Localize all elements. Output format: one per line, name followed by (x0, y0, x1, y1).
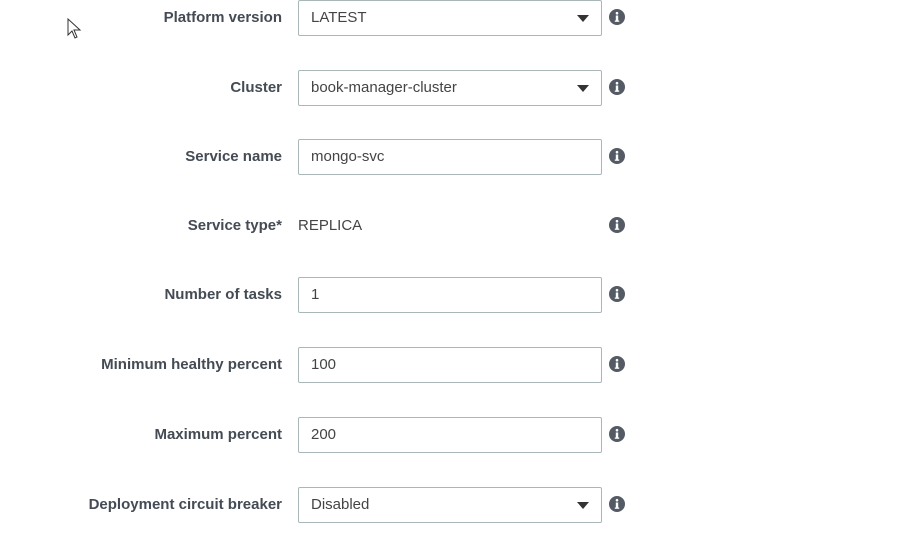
service-name-input[interactable]: mongo-svc (298, 139, 602, 175)
platform-version-label: Platform version (163, 9, 282, 26)
service-type-row: Service type* REPLICA (0, 208, 901, 244)
cluster-label: Cluster (230, 79, 282, 96)
minimum-healthy-percent-label: Minimum healthy percent (101, 356, 282, 373)
info-icon[interactable] (609, 426, 625, 442)
cluster-row: Cluster book-manager-cluster (0, 70, 901, 106)
number-of-tasks-label: Number of tasks (164, 286, 282, 303)
chevron-down-icon (577, 15, 589, 22)
chevron-down-icon (577, 502, 589, 509)
service-type-value: REPLICA (298, 217, 363, 234)
maximum-percent-row: Maximum percent 200 (0, 417, 901, 453)
service-name-value: mongo-svc (311, 148, 385, 165)
platform-version-value: LATEST (311, 9, 367, 26)
minimum-healthy-percent-input[interactable]: 100 (298, 347, 602, 383)
info-icon[interactable] (609, 356, 625, 372)
maximum-percent-label: Maximum percent (154, 426, 282, 443)
service-name-label: Service name (185, 148, 282, 165)
number-of-tasks-row: Number of tasks 1 (0, 277, 901, 313)
cluster-value: book-manager-cluster (311, 79, 457, 96)
platform-version-row: Platform version LATEST (0, 0, 901, 36)
number-of-tasks-input[interactable]: 1 (298, 277, 602, 313)
maximum-percent-value: 200 (311, 426, 337, 443)
info-icon[interactable] (609, 286, 625, 302)
maximum-percent-input[interactable]: 200 (298, 417, 602, 453)
service-config-form: Platform version LATEST Cluster book-man… (0, 0, 901, 540)
service-type-label: Service type* (187, 217, 282, 234)
number-of-tasks-value: 1 (311, 286, 320, 303)
deployment-circuit-breaker-row: Deployment circuit breaker Disabled (0, 487, 901, 523)
info-icon[interactable] (609, 496, 625, 512)
info-icon[interactable] (609, 148, 625, 164)
minimum-healthy-percent-value: 100 (311, 356, 337, 373)
service-name-row: Service name mongo-svc (0, 139, 901, 175)
cluster-select[interactable]: book-manager-cluster (298, 70, 602, 106)
deployment-circuit-breaker-value: Disabled (311, 496, 370, 513)
info-icon[interactable] (609, 9, 625, 25)
chevron-down-icon (577, 85, 589, 92)
minimum-healthy-percent-row: Minimum healthy percent 100 (0, 347, 901, 383)
platform-version-select[interactable]: LATEST (298, 0, 602, 36)
deployment-circuit-breaker-label: Deployment circuit breaker (88, 496, 282, 513)
deployment-circuit-breaker-select[interactable]: Disabled (298, 487, 602, 523)
info-icon[interactable] (609, 79, 625, 95)
info-icon[interactable] (609, 217, 625, 233)
